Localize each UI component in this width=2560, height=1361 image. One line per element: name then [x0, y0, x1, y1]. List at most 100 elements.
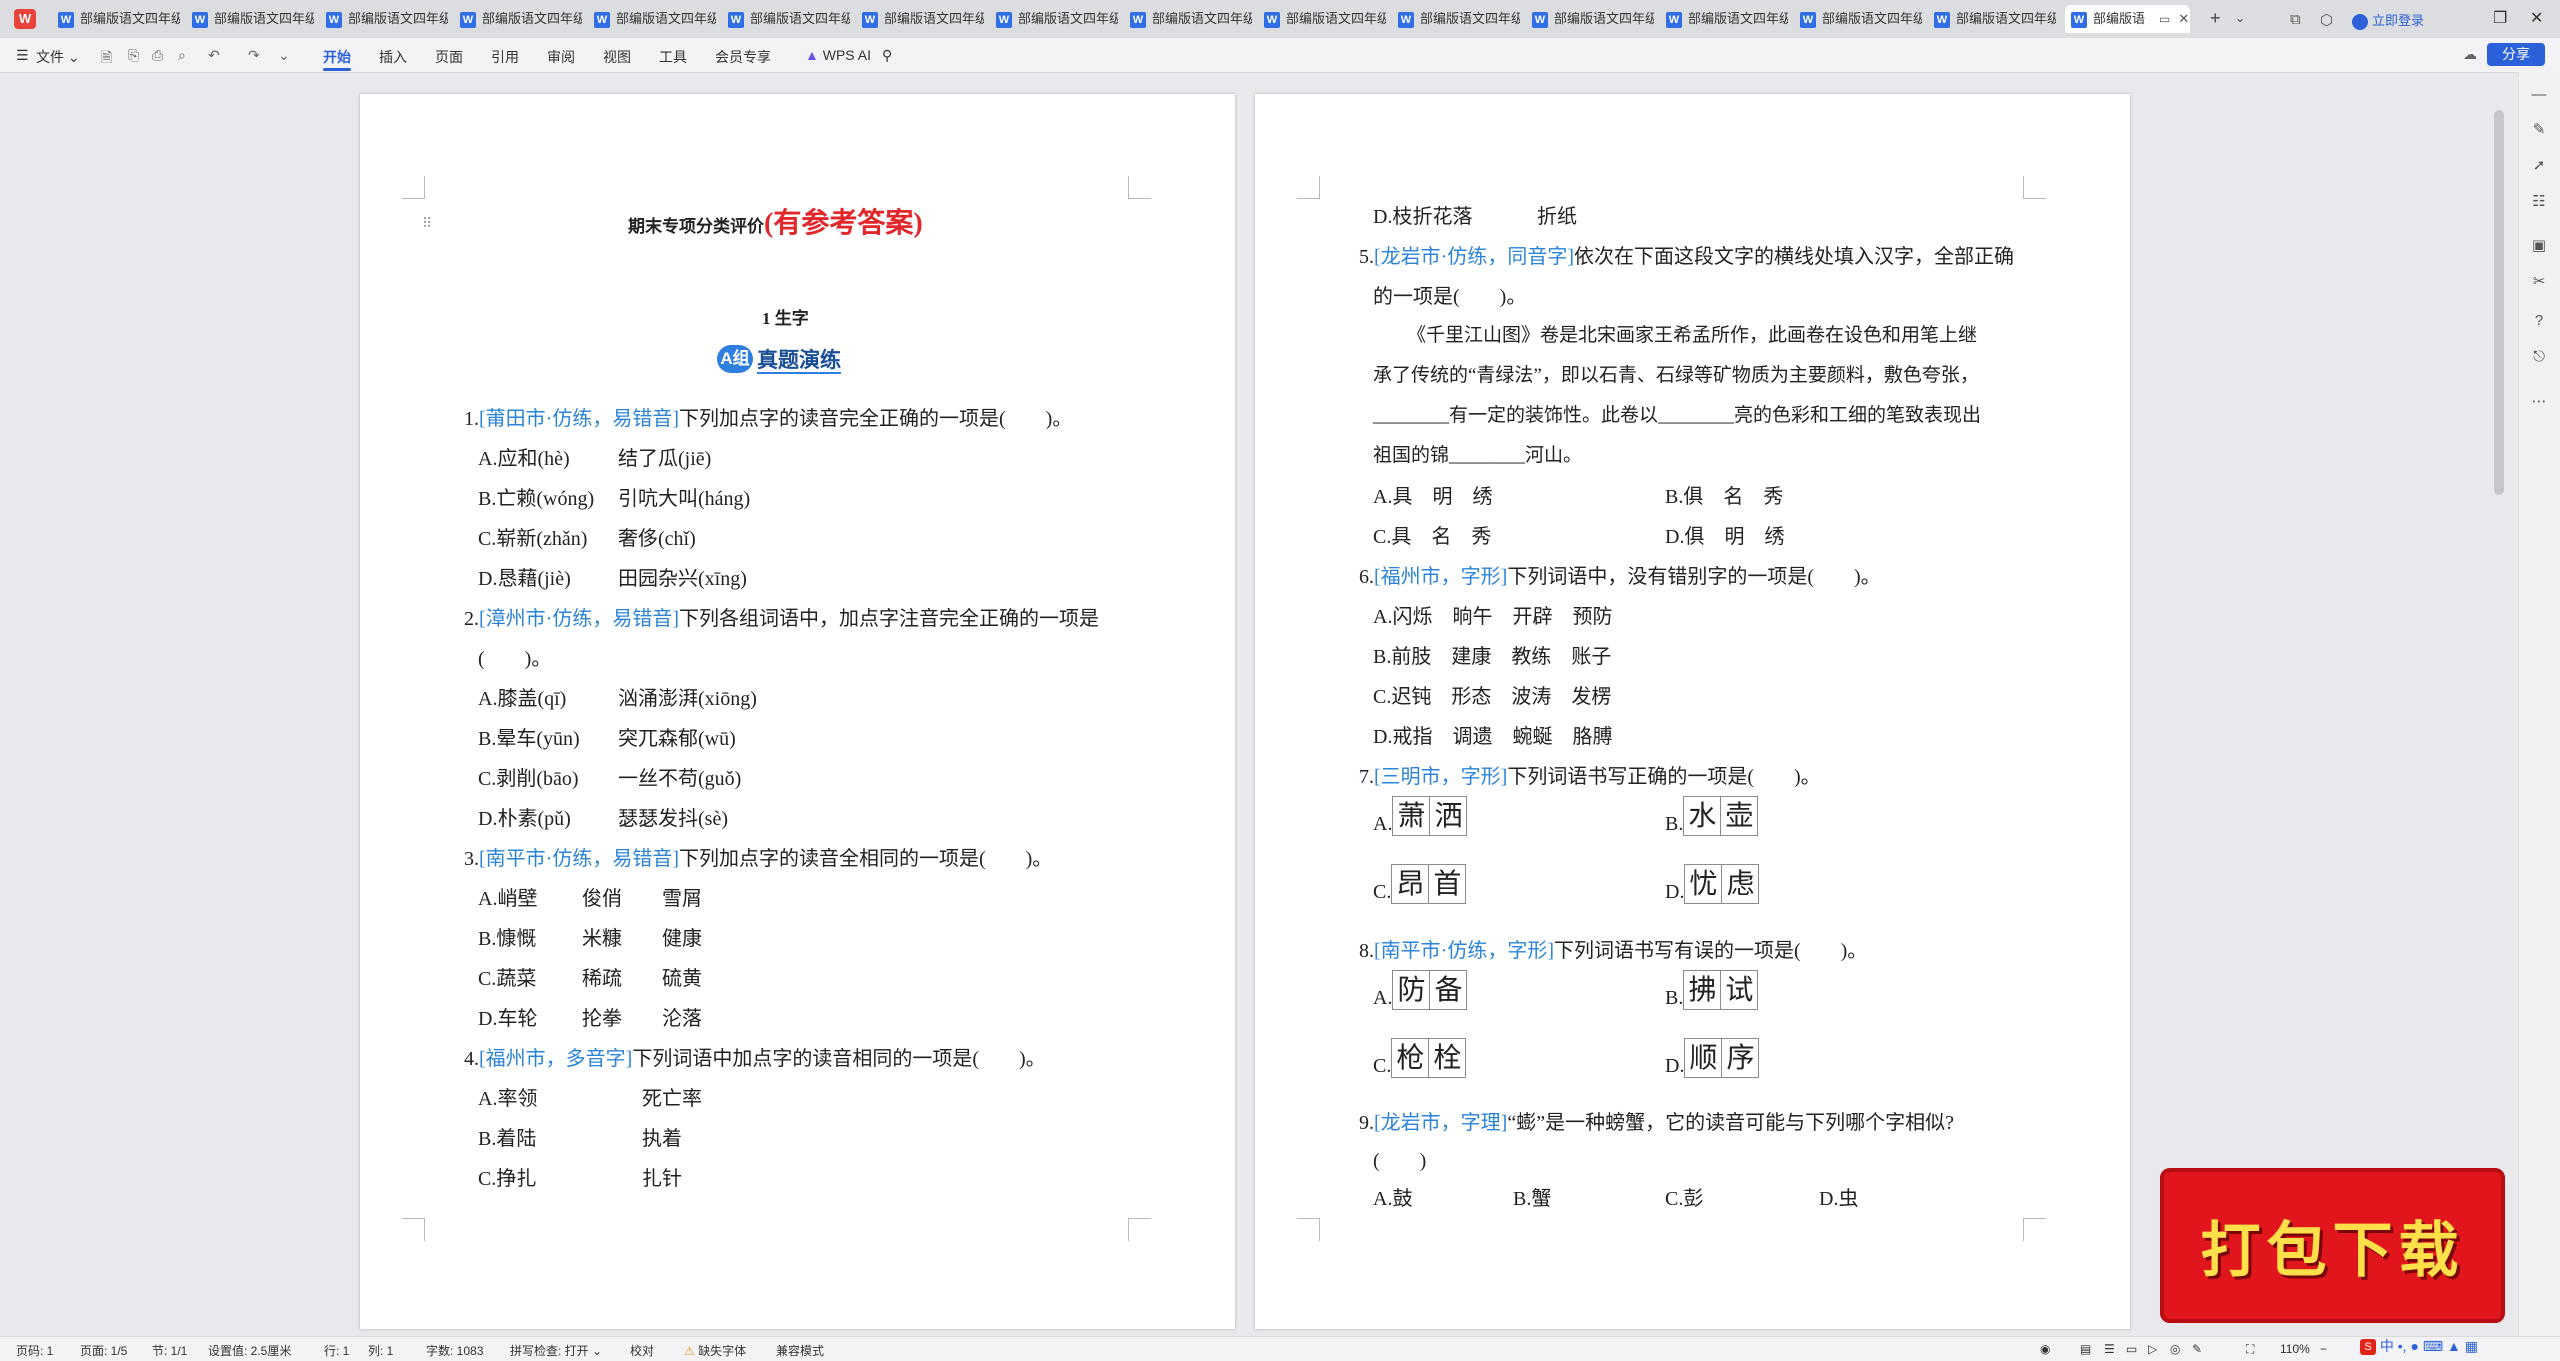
q3-option-c: C.蔬菜	[478, 968, 537, 990]
q3-option-a: A.峭壁	[478, 888, 538, 910]
tab-document[interactable]: W 部编版语文四年级	[186, 5, 314, 33]
close-window-icon[interactable]: ✕	[2530, 8, 2543, 28]
q1-option-c: C.崭新(zhǎn)	[478, 528, 588, 550]
status-col[interactable]: 列: 1	[368, 1342, 393, 1359]
close-icon[interactable]: ✕	[2178, 11, 2189, 26]
print-icon[interactable]: ⎙	[152, 47, 163, 64]
status-words[interactable]: 字数: 1083	[426, 1342, 483, 1359]
menu-page[interactable]: 页面	[435, 47, 463, 67]
status-setting[interactable]: 设置值: 2.5厘米	[208, 1342, 291, 1359]
tab-document[interactable]: W 部编版语文四年级	[722, 5, 850, 33]
q3-option-d2: 抡拳	[582, 1008, 622, 1030]
monitor-icon[interactable]: ▭	[2159, 12, 2170, 26]
status-section[interactable]: 节: 1/1	[152, 1342, 187, 1359]
view-page-icon[interactable]: ▤	[2080, 1342, 2091, 1356]
select-icon[interactable]: ➚	[2529, 156, 2549, 176]
tab-active[interactable]: W 部编版语 ▭ ✕	[2065, 5, 2190, 33]
question-5-cont: 的一项是( )。	[1373, 286, 1527, 308]
q5-option-b: B.俱 名 秀	[1665, 486, 1784, 508]
status-page[interactable]: 页码: 1	[16, 1342, 53, 1359]
tab-document[interactable]: W 部编版语文四年级	[454, 5, 582, 33]
play-icon[interactable]: ▷	[2148, 1342, 2157, 1356]
chevron-down-icon[interactable]: ⌄	[2235, 11, 2245, 25]
more-icon[interactable]: ⋯	[2529, 392, 2549, 412]
login-button[interactable]: 立即登录	[2352, 10, 2424, 30]
tab-document[interactable]: W 部编版语文四年级	[990, 5, 1118, 33]
menu-wps-ai[interactable]: ▲ WPS AI	[805, 47, 871, 63]
share-button[interactable]: 分享	[2487, 43, 2545, 66]
ime-toolbar[interactable]: S 中 •, ● ⌨ ▲ ▦	[2360, 1336, 2478, 1360]
q2-option-b: B.晕车(yūn)	[478, 728, 580, 750]
help-icon[interactable]: ?	[2529, 312, 2549, 332]
q1-option-a: A.应和(hè)	[478, 448, 570, 470]
menu-insert[interactable]: 插入	[379, 47, 407, 67]
fit-page-icon[interactable]: ⛶	[2246, 1342, 2254, 1357]
zoom-level[interactable]: 110%	[2280, 1342, 2310, 1356]
tab-label: 部编版语文四年级	[214, 11, 314, 26]
warning-icon: ⚠	[684, 1344, 695, 1358]
tab-document[interactable]: W 部编版语文四年级	[320, 5, 448, 33]
menu-start[interactable]: 开始	[323, 47, 351, 67]
view-web-icon[interactable]: ▭	[2126, 1342, 2137, 1356]
margin-corner	[402, 176, 425, 199]
more-chevron-icon[interactable]: ⌄	[278, 47, 290, 64]
view-outline-icon[interactable]: ☰	[2104, 1342, 2115, 1356]
status-row[interactable]: 行: 1	[324, 1342, 349, 1359]
menu-review[interactable]: 审阅	[547, 47, 575, 67]
minimize-panel-icon[interactable]: —	[2529, 86, 2549, 106]
q5-option-c: C.具 名 秀	[1373, 526, 1492, 548]
tab-document[interactable]: W 部编版语文四年级	[856, 5, 984, 33]
wps-logo-icon[interactable]: W	[14, 9, 36, 29]
share-label: 分享	[2502, 46, 2530, 62]
tab-document[interactable]: W 部编版语文四年级	[1526, 5, 1654, 33]
doc-title: 期末专项分类评价(有参考答案)	[628, 201, 923, 241]
menu-tools[interactable]: 工具	[659, 47, 687, 67]
status-spell[interactable]: 拼写检查: 打开 ⌄	[510, 1342, 602, 1359]
tab-document[interactable]: W 部编版语文四年级	[1928, 5, 2056, 33]
share-panel-icon[interactable]: ⎋	[2529, 348, 2549, 368]
vertical-scrollbar[interactable]	[2494, 110, 2504, 495]
eye-icon[interactable]: ◉	[2040, 1342, 2050, 1356]
menu-member[interactable]: 会员专享	[715, 47, 771, 67]
q7-option-d: D. 忧虑	[1665, 864, 1760, 904]
search-icon[interactable]: ⚲	[882, 47, 892, 64]
drag-handle-icon[interactable]: ⠿	[422, 216, 432, 233]
new-tab-button[interactable]: +	[2210, 8, 2221, 29]
tab-document[interactable]: W 部编版语文四年级	[52, 5, 180, 33]
download-banner[interactable]: 打包下载	[2160, 1168, 2505, 1323]
status-missing-font[interactable]: ⚠ 缺失字体	[684, 1342, 746, 1359]
cube-icon[interactable]: ⬡	[2320, 11, 2333, 29]
q3-option-d: D.车轮	[478, 1008, 538, 1030]
tab-document[interactable]: W 部编版语文四年级	[1794, 5, 1922, 33]
menu-reference[interactable]: 引用	[491, 47, 519, 67]
adjust-icon[interactable]: ☷	[2529, 192, 2549, 212]
edit-icon[interactable]: ✎	[2192, 1342, 2202, 1356]
menu-toggle-icon[interactable]: ☰	[16, 47, 29, 64]
status-compat: 兼容模式	[776, 1344, 825, 1358]
tab-document[interactable]: W 部编版语文四年级	[1124, 5, 1252, 33]
image-icon[interactable]: ▣	[2529, 236, 2549, 256]
tab-label: 部编版语文四年级	[750, 11, 850, 26]
restore-window-icon[interactable]: ❐	[2493, 8, 2507, 28]
export-icon[interactable]: ⎘	[128, 47, 139, 64]
menu-file[interactable]: 文件 ⌄	[36, 47, 80, 67]
menu-view[interactable]: 视图	[603, 47, 631, 67]
zoom-out-icon[interactable]: −	[2320, 1342, 2327, 1356]
print-preview-icon[interactable]: ⌕	[178, 47, 186, 64]
undo-icon[interactable]: ↶	[208, 47, 220, 64]
tab-document[interactable]: W 部编版语文四年级	[1258, 5, 1386, 33]
tab-document[interactable]: W 部编版语文四年级	[1660, 5, 1788, 33]
status-proof[interactable]: 校对	[630, 1342, 654, 1359]
tab-document[interactable]: W 部编版语文四年级	[588, 5, 716, 33]
page-right[interactable]: D.枝折花落 折纸 5.[龙岩市·仿练，同音字]依次在下面这段文字的横线处填入汉…	[1255, 94, 2130, 1329]
globe-icon[interactable]: ◎	[2170, 1342, 2180, 1356]
page-left[interactable]: ⠿ 期末专项分类评价(有参考答案) 1 生字 A组 真题演练 1.[莆田市·仿练，…	[360, 94, 1235, 1329]
status-pages[interactable]: 页面: 1/5	[80, 1342, 127, 1359]
save-icon[interactable]: 🗎	[101, 47, 112, 71]
tools-icon[interactable]: ✂	[2529, 272, 2549, 292]
pen-icon[interactable]: ✎	[2529, 120, 2549, 140]
redo-icon[interactable]: ↷	[248, 47, 260, 64]
window-restore-icon[interactable]: ⧉	[2290, 11, 2301, 28]
cloud-sync-icon[interactable]: ☁	[2463, 46, 2477, 63]
tab-document[interactable]: W 部编版语文四年级	[1392, 5, 1520, 33]
